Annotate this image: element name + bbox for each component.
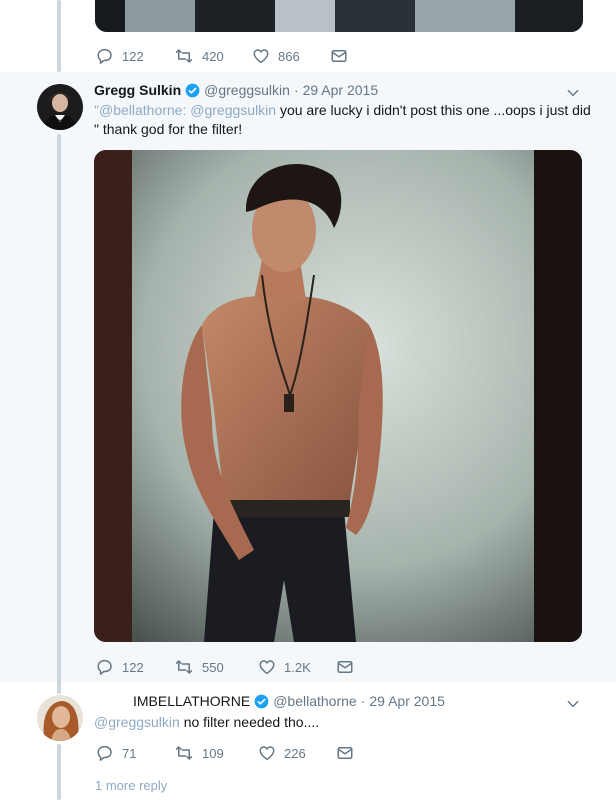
reply-icon bbox=[97, 745, 112, 761]
reply-button[interactable]: 122 bbox=[96, 47, 174, 65]
separator: · bbox=[360, 693, 366, 709]
retweet-button[interactable]: 420 bbox=[174, 47, 252, 65]
direct-message-icon bbox=[337, 661, 353, 673]
reply-tweet-header: IMBELLATHORNE @bellathorne · 29 Apr 2015 bbox=[133, 693, 445, 709]
main-tweet-actions: 122 550 1.2K bbox=[96, 657, 354, 677]
reply-text-body: no filter needed tho.... bbox=[179, 714, 320, 730]
reply-count: 122 bbox=[122, 48, 144, 64]
like-count: 1.2K bbox=[284, 659, 311, 675]
reply-icon bbox=[97, 48, 112, 64]
caret-down-icon[interactable] bbox=[566, 86, 580, 100]
retweet-icon bbox=[175, 660, 193, 674]
reply-text: @greggsulkin no filter needed tho.... bbox=[94, 713, 319, 732]
handle[interactable]: @greggsulkin bbox=[204, 82, 290, 98]
avatar[interactable] bbox=[37, 84, 83, 130]
more-replies-link[interactable]: 1 more reply bbox=[95, 778, 167, 793]
like-count: 866 bbox=[278, 48, 300, 64]
like-button[interactable]: 866 bbox=[252, 47, 330, 65]
direct-message-button[interactable] bbox=[336, 744, 354, 762]
direct-message-button[interactable] bbox=[336, 658, 354, 676]
retweet-count: 420 bbox=[202, 48, 224, 64]
tweet-text: "@bellathorne: @greggsulkin you are luck… bbox=[94, 101, 594, 139]
like-button[interactable]: 226 bbox=[258, 744, 336, 762]
caret-down-icon[interactable] bbox=[566, 697, 580, 711]
thread-line bbox=[57, 0, 61, 72]
reply-button[interactable]: 122 bbox=[96, 658, 174, 676]
previous-tweet-media[interactable] bbox=[95, 0, 583, 32]
reply-icon bbox=[97, 659, 112, 675]
like-icon bbox=[259, 660, 275, 675]
mention-link[interactable]: @greggsulkin bbox=[190, 102, 276, 118]
timestamp[interactable]: 29 Apr 2015 bbox=[303, 82, 379, 98]
retweet-icon bbox=[175, 746, 193, 760]
direct-message-icon bbox=[331, 50, 347, 62]
direct-message-button[interactable] bbox=[330, 47, 348, 65]
thread-line bbox=[57, 744, 61, 800]
reply-button[interactable]: 71 bbox=[96, 744, 174, 762]
retweet-button[interactable]: 109 bbox=[174, 744, 258, 762]
reply-tweet-actions: 71 109 226 bbox=[96, 743, 354, 763]
retweet-count: 550 bbox=[202, 659, 224, 675]
reply-count: 71 bbox=[122, 745, 137, 761]
tweet-photo[interactable] bbox=[94, 150, 582, 642]
like-icon bbox=[259, 746, 275, 761]
thread-line bbox=[57, 134, 61, 694]
retweet-count: 109 bbox=[202, 745, 224, 761]
timestamp[interactable]: 29 Apr 2015 bbox=[369, 693, 445, 709]
verified-badge-icon bbox=[185, 83, 200, 97]
handle[interactable]: @bellathorne bbox=[273, 693, 357, 709]
mention-link[interactable]: @greggsulkin bbox=[94, 714, 180, 730]
retweet-icon bbox=[175, 49, 193, 63]
display-name[interactable]: IMBELLATHORNE bbox=[133, 693, 250, 709]
tweet-text-line: "@bellathorne: @greggsulkin you are luck… bbox=[94, 101, 594, 120]
main-tweet-header: Gregg Sulkin @greggsulkin · 29 Apr 2015 bbox=[94, 82, 378, 98]
tweet-text-line: " thank god for the filter! bbox=[94, 121, 243, 137]
direct-message-icon bbox=[337, 747, 353, 759]
separator: · bbox=[293, 82, 299, 98]
previous-tweet-actions: 122 420 866 bbox=[96, 46, 348, 66]
like-icon bbox=[253, 49, 269, 64]
verified-badge-icon bbox=[254, 694, 269, 708]
display-name[interactable]: Gregg Sulkin bbox=[94, 82, 181, 98]
like-button[interactable]: 1.2K bbox=[258, 658, 336, 676]
avatar[interactable] bbox=[37, 695, 83, 741]
tweet-text-body: you are lucky i didn't post this one ...… bbox=[276, 102, 591, 118]
retweet-button[interactable]: 550 bbox=[174, 658, 258, 676]
like-count: 226 bbox=[284, 745, 306, 761]
mention-link[interactable]: @bellathorne bbox=[99, 102, 183, 118]
reply-count: 122 bbox=[122, 659, 144, 675]
